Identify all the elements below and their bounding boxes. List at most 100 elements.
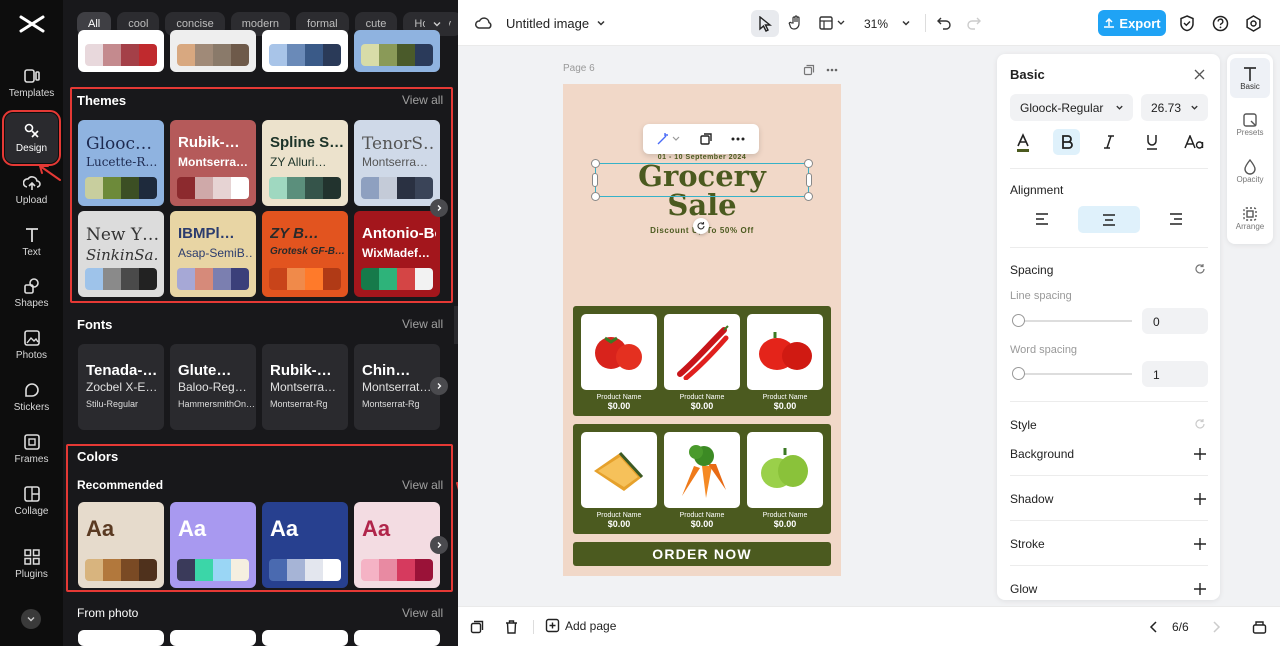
- add-page-icon: [545, 618, 560, 633]
- add-page-button[interactable]: Add page: [545, 618, 616, 633]
- annotation-box-colors: [66, 444, 453, 592]
- from-photo-card-4[interactable]: [354, 630, 440, 646]
- product-image-bell-pepper[interactable]: [747, 314, 823, 390]
- italic-icon[interactable]: [1099, 132, 1119, 152]
- product-image-carrot[interactable]: [664, 432, 740, 508]
- align-center-button[interactable]: [1078, 206, 1140, 233]
- rail-opacity[interactable]: Opacity: [1230, 151, 1270, 191]
- word-spacing-slider[interactable]: [1012, 367, 1132, 380]
- theme-card-prev-3[interactable]: [262, 30, 348, 72]
- rail-basic-label: Basic: [1240, 81, 1260, 91]
- nav-templates[interactable]: Templates: [5, 58, 58, 108]
- reset-icon[interactable]: [1193, 262, 1207, 276]
- from-photo-card-1[interactable]: [78, 630, 164, 646]
- font-card[interactable]: Chin… Montserrat… Montserrat-Rg: [354, 344, 440, 430]
- fonts-next-button[interactable]: [430, 377, 448, 395]
- poster-page[interactable]: 01 - 10 September 2024 Grocery Sale Disc…: [563, 84, 841, 576]
- theme-card-prev-2[interactable]: [170, 30, 256, 72]
- nav-shapes[interactable]: Shapes: [5, 268, 58, 318]
- add-glow-icon[interactable]: [1193, 582, 1207, 596]
- line-spacing-slider[interactable]: [1012, 314, 1132, 327]
- from-photo-card-2[interactable]: [170, 630, 256, 646]
- reset-icon[interactable]: [1193, 417, 1207, 431]
- rotate-handle-icon[interactable]: [693, 218, 709, 234]
- bold-button[interactable]: [1053, 129, 1080, 155]
- copy-icon[interactable]: [698, 131, 714, 147]
- nav-frames[interactable]: Frames: [5, 424, 58, 474]
- product-image-green-pepper[interactable]: [747, 432, 823, 508]
- rail-arrange[interactable]: Arrange: [1230, 198, 1270, 238]
- chevron-right-icon[interactable]: [1209, 620, 1223, 634]
- order-now-button[interactable]: ORDER NOW: [573, 542, 831, 566]
- align-right-icon[interactable]: [1165, 209, 1187, 229]
- align-left-icon[interactable]: [1031, 209, 1053, 229]
- pages-panel-icon[interactable]: [1251, 619, 1267, 635]
- add-background-icon[interactable]: [1193, 447, 1207, 461]
- font-card[interactable]: Rubik-… Montserra… Montserrat-Rg: [262, 344, 348, 430]
- more-icon[interactable]: [824, 63, 840, 77]
- font-card[interactable]: Glute… Baloo-Reg… HammersmithOn…: [170, 344, 256, 430]
- nav-plugins[interactable]: Plugins: [5, 539, 58, 589]
- text-case-icon[interactable]: [1183, 132, 1205, 152]
- theme-card-prev-4[interactable]: [354, 30, 440, 72]
- underline-icon[interactable]: [1142, 132, 1162, 152]
- chevron-left-icon[interactable]: [1146, 620, 1160, 634]
- rail-presets[interactable]: Presets: [1230, 104, 1270, 144]
- resize-handle[interactable]: [592, 173, 598, 187]
- shield-icon[interactable]: [1177, 13, 1197, 33]
- rail-basic[interactable]: Basic: [1230, 58, 1270, 98]
- nav-photos[interactable]: Photos: [5, 320, 58, 370]
- cloud-icon[interactable]: [474, 14, 494, 32]
- resize-handle[interactable]: [804, 192, 813, 201]
- resize-handle[interactable]: [804, 159, 813, 168]
- collapse-nav-button[interactable]: [21, 609, 41, 629]
- font-family-select[interactable]: Gloock-Regular: [1010, 94, 1133, 121]
- chevron-down-icon[interactable]: [899, 16, 913, 30]
- zoom-level[interactable]: 31%: [864, 17, 888, 31]
- duplicate-page-icon[interactable]: [802, 63, 816, 77]
- document-title[interactable]: Untitled image: [506, 16, 589, 31]
- nav-design[interactable]: Design: [2, 110, 61, 166]
- nav-collage-label: Collage: [14, 506, 49, 517]
- chevron-down-icon[interactable]: [594, 16, 608, 30]
- add-shadow-icon[interactable]: [1193, 492, 1207, 506]
- redo-icon[interactable]: [963, 13, 983, 33]
- settings-icon[interactable]: [1243, 13, 1263, 33]
- bottom-bar: Add page 6/6: [458, 606, 1280, 646]
- duplicate-icon[interactable]: [469, 619, 485, 635]
- more-icon[interactable]: [729, 131, 747, 147]
- select-tool-icon[interactable]: [751, 10, 779, 37]
- divider: [1010, 168, 1208, 169]
- theme-card-prev-1[interactable]: [78, 30, 164, 72]
- slider-thumb[interactable]: [1012, 314, 1025, 327]
- product-image-pumpkin[interactable]: [581, 432, 657, 508]
- slider-thumb[interactable]: [1012, 367, 1025, 380]
- fonts-view-all[interactable]: View all: [402, 317, 443, 331]
- close-icon[interactable]: [1192, 67, 1206, 81]
- resize-handle[interactable]: [591, 192, 600, 201]
- font-card[interactable]: Tenada-… Zocbel X-E… Stilu-Regular: [78, 344, 164, 430]
- resize-handle[interactable]: [591, 159, 600, 168]
- add-stroke-icon[interactable]: [1193, 537, 1207, 551]
- layout-menu-icon[interactable]: [816, 12, 850, 34]
- text-color-icon[interactable]: [1013, 132, 1033, 154]
- trash-icon[interactable]: [503, 619, 519, 635]
- nav-stickers[interactable]: Stickers: [5, 372, 58, 422]
- hand-tool-icon[interactable]: [785, 12, 807, 34]
- from-photo-card-3[interactable]: [262, 630, 348, 646]
- nav-text[interactable]: Text: [5, 217, 58, 267]
- font-size-select[interactable]: 26.73: [1141, 94, 1208, 121]
- line-spacing-input[interactable]: 0: [1142, 308, 1208, 334]
- word-spacing-input[interactable]: 1: [1142, 361, 1208, 387]
- resize-handle[interactable]: [806, 173, 812, 187]
- capcut-logo-icon[interactable]: [18, 12, 46, 36]
- ai-magic-icon[interactable]: [655, 130, 683, 148]
- product-image-chili[interactable]: [664, 314, 740, 390]
- export-button[interactable]: Export: [1098, 10, 1166, 36]
- nav-collage[interactable]: Collage: [5, 476, 58, 526]
- undo-icon[interactable]: [934, 13, 954, 33]
- product-image-tomato[interactable]: [581, 314, 657, 390]
- help-icon[interactable]: [1210, 13, 1230, 33]
- from-photo-view-all[interactable]: View all: [402, 606, 443, 620]
- bold-icon: [1061, 135, 1073, 149]
